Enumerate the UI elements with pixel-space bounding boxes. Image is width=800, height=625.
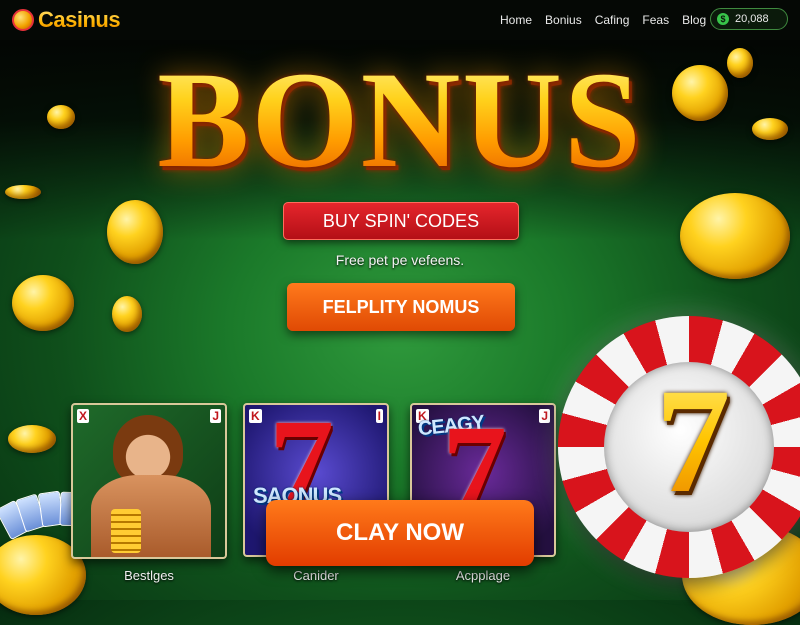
lucky-seven-icon: 7 <box>618 356 768 526</box>
character-body <box>91 475 211 557</box>
top-header: Casinus Home Bonius Cafing Feas Blog $ 2… <box>0 0 800 40</box>
nav-cafing[interactable]: Cafing <box>595 13 630 27</box>
hero-subtitle: Free pet pe vefeens. <box>335 252 465 268</box>
card-caption: Bestlges <box>124 568 174 583</box>
balance-value: 20,088 <box>735 13 769 25</box>
card-corner-right: J <box>210 409 221 423</box>
card-caption: Canider <box>293 568 339 583</box>
nav-home[interactable]: Home <box>500 13 532 27</box>
card-corner-left: K <box>249 409 262 423</box>
gold-coin-icon <box>12 275 74 331</box>
felplity-nomus-button[interactable]: FELPLITY NOMUS <box>287 283 515 331</box>
nav-feas[interactable]: Feas <box>642 13 669 27</box>
card-caption: Acpplage <box>455 568 511 583</box>
brand-name: Casinus <box>38 7 121 32</box>
play-now-button[interactable]: CLAY NOW <box>266 500 534 566</box>
nav-blog[interactable]: Blog <box>682 13 706 27</box>
card-corner-right: J <box>539 409 550 423</box>
gold-coin-icon <box>8 425 56 453</box>
coin-icon: $ <box>717 13 729 25</box>
card-corner-left: X <box>77 409 90 423</box>
bonus-title: BONUS <box>0 50 800 190</box>
main-nav: Home Bonius Cafing Feas Blog <box>500 0 706 40</box>
nav-bonius[interactable]: Bonius <box>545 13 582 27</box>
game-card-bestlges[interactable]: X J <box>71 403 227 559</box>
brand-logo[interactable]: Casinus <box>12 7 121 33</box>
buy-spin-codes-button[interactable]: BUY SPIN' CODES <box>283 202 519 240</box>
chip-stack-icon <box>111 509 141 553</box>
gold-coin-icon <box>112 296 142 332</box>
card-corner-right: I <box>375 409 383 423</box>
casino-chip-icon <box>12 9 34 31</box>
balance-badge[interactable]: $ 20,088 <box>710 8 788 30</box>
